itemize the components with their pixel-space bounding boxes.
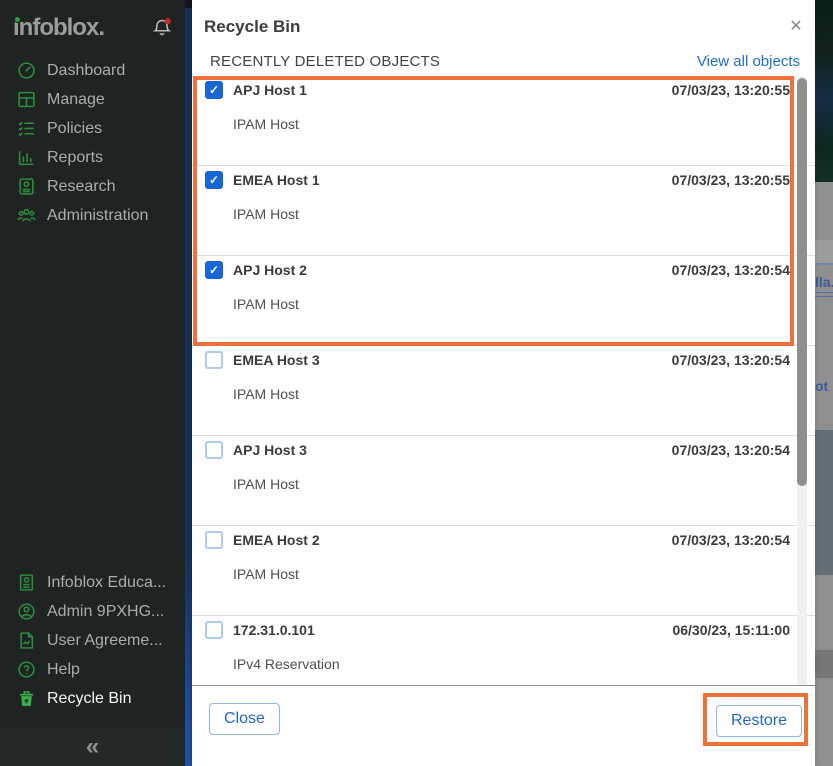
item-type: IPAM Host (233, 476, 299, 492)
sidebar-item-admin-user[interactable]: Admin 9PXHG... (0, 597, 185, 626)
background-page-right-edge: lla. ot (815, 0, 833, 766)
sidebar-item-label: Recycle Bin (47, 690, 131, 708)
collapse-chevron-icon: « (86, 733, 99, 761)
sidebar-item-label: Policies (47, 120, 102, 138)
item-deleted-timestamp: 07/03/23, 13:20:54 (672, 352, 790, 368)
sidebar-item-label: Help (47, 661, 80, 679)
sidebar-item-reports[interactable]: Reports (0, 143, 185, 172)
item-name: EMEA Host 1 (233, 172, 320, 188)
item-type: IPAM Host (233, 116, 299, 132)
sidebar-item-label: Admin 9PXHG... (47, 603, 164, 621)
view-all-objects-link[interactable]: View all objects (697, 53, 800, 70)
deleted-objects-list: APJ Host 1 07/03/23, 13:20:55 IPAM Host … (192, 76, 815, 685)
item-checkbox[interactable] (205, 171, 223, 189)
item-name: 172.31.0.101 (233, 622, 315, 638)
item-deleted-timestamp: 07/03/23, 13:20:55 (672, 82, 790, 98)
list-item[interactable]: EMEA Host 2 07/03/23, 13:20:54 IPAM Host (192, 526, 815, 616)
list-item[interactable]: 172.31.0.101 06/30/23, 15:11:00 IPv4 Res… (192, 616, 815, 685)
sidebar-item-label: User Agreeme... (47, 632, 163, 650)
background-page-left-edge (185, 0, 192, 766)
sidebar: infoblox. Dashboard (0, 0, 185, 766)
item-deleted-timestamp: 07/03/23, 13:20:54 (672, 262, 790, 278)
sidebar-item-help[interactable]: Help (0, 655, 185, 684)
reports-chart-icon (17, 148, 36, 167)
restore-button[interactable]: Restore (716, 705, 802, 737)
item-name: EMEA Host 3 (233, 352, 320, 368)
item-type: IPAM Host (233, 296, 299, 312)
policies-checklist-icon (17, 119, 36, 138)
item-deleted-timestamp: 07/03/23, 13:20:54 (672, 442, 790, 458)
sidebar-nav-bottom: Infoblox Educa... Admin 9PXHG... User Ag… (0, 568, 185, 713)
scrollbar-thumb[interactable] (797, 78, 807, 486)
sidebar-item-label: Dashboard (47, 62, 125, 80)
manage-grid-icon (17, 90, 36, 109)
panel-title: Recycle Bin (204, 17, 300, 37)
sidebar-item-label: Research (47, 178, 115, 196)
dashboard-gauge-icon (17, 61, 36, 80)
item-name: APJ Host 1 (233, 82, 307, 98)
section-header: RECENTLY DELETED OBJECTS (210, 53, 440, 70)
infoblox-logo: infoblox. (13, 13, 104, 43)
sidebar-item-infoblox-education[interactable]: Infoblox Educa... (0, 568, 185, 597)
item-type: IPAM Host (233, 386, 299, 402)
close-icon[interactable]: ✕ (787, 18, 805, 36)
item-name: EMEA Host 2 (233, 532, 320, 548)
background-image-fragment (815, 0, 833, 182)
item-checkbox[interactable] (205, 261, 223, 279)
recycle-bin-icon (17, 689, 36, 708)
sidebar-item-dashboard[interactable]: Dashboard (0, 56, 185, 85)
item-checkbox[interactable] (205, 351, 223, 369)
item-type: IPv4 Reservation (233, 656, 340, 672)
item-name: APJ Host 3 (233, 442, 307, 458)
list-item[interactable]: APJ Host 1 07/03/23, 13:20:55 IPAM Host (192, 76, 815, 166)
item-type: IPAM Host (233, 566, 299, 582)
item-checkbox[interactable] (205, 531, 223, 549)
item-checkbox[interactable] (205, 441, 223, 459)
help-icon (17, 660, 36, 679)
document-icon (17, 631, 36, 650)
list-item[interactable]: EMEA Host 1 07/03/23, 13:20:55 IPAM Host (192, 166, 815, 256)
sidebar-item-label: Manage (47, 91, 105, 109)
sidebar-item-label: Administration (47, 207, 148, 225)
item-checkbox[interactable] (205, 81, 223, 99)
sidebar-item-administration[interactable]: Administration (0, 201, 185, 230)
sidebar-header: infoblox. (13, 13, 173, 43)
panel-footer: Close Restore (192, 685, 815, 766)
background-link-fragment: ot (815, 378, 833, 394)
sidebar-item-label: Infoblox Educa... (47, 574, 166, 592)
list-item[interactable]: APJ Host 2 07/03/23, 13:20:54 IPAM Host (192, 256, 815, 346)
sidebar-collapse-button[interactable]: « (0, 728, 185, 766)
item-checkbox[interactable] (205, 621, 223, 639)
sidebar-nav: Dashboard Manage Policies (0, 56, 185, 230)
logo-green-dot (15, 17, 20, 22)
item-deleted-timestamp: 06/30/23, 15:11:00 (672, 622, 790, 638)
list-item[interactable]: APJ Host 3 07/03/23, 13:20:54 IPAM Host (192, 436, 815, 526)
sidebar-item-research[interactable]: Research (0, 172, 185, 201)
item-deleted-timestamp: 07/03/23, 13:20:54 (672, 532, 790, 548)
background-link-fragment: lla. (815, 274, 833, 290)
sidebar-item-policies[interactable]: Policies (0, 114, 185, 143)
list-item[interactable]: EMEA Host 3 07/03/23, 13:20:54 IPAM Host (192, 346, 815, 436)
recycle-bin-panel: Recycle Bin ✕ RECENTLY DELETED OBJECTS V… (192, 0, 815, 766)
sidebar-item-recycle-bin[interactable]: Recycle Bin (0, 684, 185, 713)
app-root: infoblox. Dashboard (0, 0, 833, 766)
sidebar-item-manage[interactable]: Manage (0, 85, 185, 114)
item-type: IPAM Host (233, 206, 299, 222)
close-button[interactable]: Close (209, 703, 280, 735)
research-book-icon (17, 177, 36, 196)
education-card-icon (17, 573, 36, 592)
item-name: APJ Host 2 (233, 262, 307, 278)
sidebar-item-user-agreement[interactable]: User Agreeme... (0, 626, 185, 655)
sidebar-item-label: Reports (47, 149, 103, 167)
user-circle-icon (17, 602, 36, 621)
administration-people-icon (17, 206, 36, 225)
item-deleted-timestamp: 07/03/23, 13:20:55 (672, 172, 790, 188)
notification-bell-icon[interactable] (151, 17, 173, 39)
